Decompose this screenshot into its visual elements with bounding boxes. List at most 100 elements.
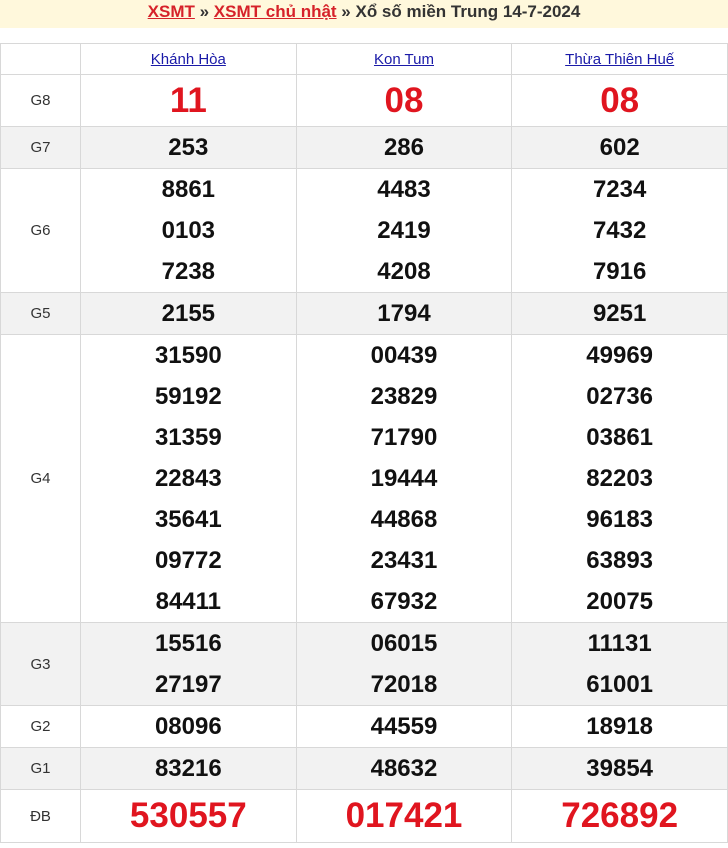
- prize-number: 15516: [154, 630, 222, 657]
- prize-number: 31590: [154, 342, 222, 369]
- prize-number: 27197: [154, 671, 222, 698]
- prize-label: G5: [0, 292, 81, 335]
- prize-number: 0103: [161, 217, 216, 244]
- prize-number: 7916: [592, 258, 647, 285]
- prize-number: 84411: [155, 588, 222, 615]
- prize-number: 39854: [586, 755, 654, 782]
- prize-row-g7: G7 253 286 602: [0, 126, 728, 169]
- prize-number: 09772: [154, 547, 222, 574]
- prize-number: 44868: [370, 506, 438, 533]
- prize-row-g2: G2 08096 44559 18918: [0, 705, 728, 748]
- prize-label: G6: [0, 168, 81, 293]
- prize-number: 44559: [370, 713, 438, 740]
- prize-number: 7432: [592, 217, 647, 244]
- prize-number: 72018: [370, 671, 438, 698]
- prize-number: 20075: [586, 588, 654, 615]
- prize-row-g8: G8 11 08 08: [0, 74, 728, 127]
- prize-cell: 2155: [80, 292, 297, 335]
- prize-number: 4483: [377, 176, 431, 203]
- prize-number: 49969: [586, 342, 654, 369]
- prize-cell: 017421: [295, 789, 513, 843]
- prize-cell: 530557: [80, 789, 297, 843]
- prize-cell: 9251: [511, 292, 728, 335]
- prize-cell: 00439 23829 71790 19444 44868 23431 67932: [295, 334, 513, 623]
- prize-cell: 253: [80, 126, 297, 169]
- prize-number: 2419: [377, 217, 431, 244]
- prize-number: 726892: [561, 796, 679, 835]
- prize-number: 7238: [161, 258, 216, 285]
- prize-row-đb: ĐB 530557 017421 726892: [0, 789, 728, 843]
- prize-row-g1: G1 83216 48632 39854: [0, 747, 728, 790]
- prize-cell: 08096: [80, 705, 297, 748]
- prize-number: 22843: [154, 465, 222, 492]
- prize-number: 31359: [154, 424, 222, 451]
- prize-number: 71790: [370, 424, 438, 451]
- prize-row-g5: G5 2155 1794 9251: [0, 292, 728, 335]
- prize-number: 59192: [154, 383, 222, 410]
- prize-number: 96183: [586, 506, 654, 533]
- prize-cell: 31590 59192 31359 22843 35641 09772 84411: [80, 334, 297, 623]
- prize-number: 00439: [370, 342, 438, 369]
- prize-cell: 18918: [511, 705, 728, 748]
- prize-label: G3: [0, 622, 81, 706]
- prize-number: 02736: [586, 383, 654, 410]
- province-header-kon-tum: Kon Tum: [295, 43, 513, 75]
- breadcrumb-separator: »: [194, 2, 214, 21]
- prize-number: 286: [383, 134, 424, 161]
- breadcrumb-link-xsmt[interactable]: XSMT: [148, 2, 195, 21]
- prize-cell: 286: [295, 126, 513, 169]
- prize-number: 017421: [345, 796, 463, 835]
- prize-label: ĐB: [0, 789, 81, 843]
- prize-number: 11131: [587, 630, 652, 657]
- prize-label: G2: [0, 705, 81, 748]
- prize-row-g3: G3 15516 27197 06015 72018 11131 61001: [0, 622, 728, 706]
- prize-number: 9251: [592, 300, 647, 327]
- province-header-khanh-hoa: Khánh Hòa: [80, 43, 297, 75]
- prize-number: 06015: [370, 630, 438, 657]
- prize-number: 23829: [370, 383, 438, 410]
- prize-rows: G8 11 08 08 G7 253 286 602 G6 8861 0103 7238 4483 241…: [0, 74, 728, 843]
- prize-cell: 1794: [295, 292, 513, 335]
- prize-cell: 4483 2419 4208: [295, 168, 513, 293]
- prize-cell: 602: [511, 126, 728, 169]
- prize-number: 63893: [586, 547, 654, 574]
- prize-number: 08: [600, 81, 640, 120]
- province-header-thua-thien-hue: Thừa Thiên Huế: [511, 43, 728, 75]
- prize-cell: 11: [80, 74, 297, 127]
- prize-number: 18918: [586, 713, 654, 740]
- prize-cell: 06015 72018: [295, 622, 513, 706]
- prize-number: 530557: [129, 796, 247, 835]
- prize-cell: 48632: [295, 747, 513, 790]
- page-title: Xổ số miền Trung 14-7-2024: [355, 2, 581, 21]
- prize-label: G1: [0, 747, 81, 790]
- breadcrumb-link-xsmt-sunday[interactable]: XSMT chủ nhật: [214, 2, 337, 21]
- prize-cell: 7234 7432 7916: [511, 168, 728, 293]
- breadcrumb: XSMT » XSMT chủ nhật » Xổ số miền Trung …: [0, 0, 728, 28]
- prize-number: 23431: [370, 547, 438, 574]
- prize-number: 82203: [586, 465, 654, 492]
- prize-number: 602: [599, 134, 640, 161]
- prize-label: G7: [0, 126, 81, 169]
- prize-cell: 44559: [295, 705, 513, 748]
- prize-number: 03861: [586, 424, 654, 451]
- prize-label: G4: [0, 334, 81, 623]
- prize-number: 08096: [154, 713, 222, 740]
- province-link[interactable]: Khánh Hòa: [151, 51, 226, 68]
- results-table: Khánh Hòa Kon Tum Thừa Thiên Huế G8 11 08 0…: [0, 43, 728, 843]
- prize-cell: 49969 02736 03861 82203 96183 63893 20075: [511, 334, 728, 623]
- prize-number: 35641: [154, 506, 222, 533]
- prize-row-g6: G6 8861 0103 7238 4483 2419 4208 7234 7432 7916: [0, 168, 728, 293]
- province-link[interactable]: Kon Tum: [374, 51, 434, 68]
- prize-number: 83216: [154, 755, 222, 782]
- province-link[interactable]: Thừa Thiên Huế: [565, 51, 674, 68]
- prize-cell: 08: [511, 74, 728, 127]
- header-blank-cell: [0, 43, 81, 75]
- prize-number: 1794: [377, 300, 431, 327]
- prize-cell: 08: [295, 74, 513, 127]
- prize-cell: 83216: [80, 747, 297, 790]
- prize-number: 253: [168, 134, 209, 161]
- prize-number: 67932: [370, 588, 438, 615]
- prize-number: 8861: [161, 176, 216, 203]
- breadcrumb-separator: »: [336, 2, 356, 21]
- province-header-row: Khánh Hòa Kon Tum Thừa Thiên Huế: [0, 43, 728, 75]
